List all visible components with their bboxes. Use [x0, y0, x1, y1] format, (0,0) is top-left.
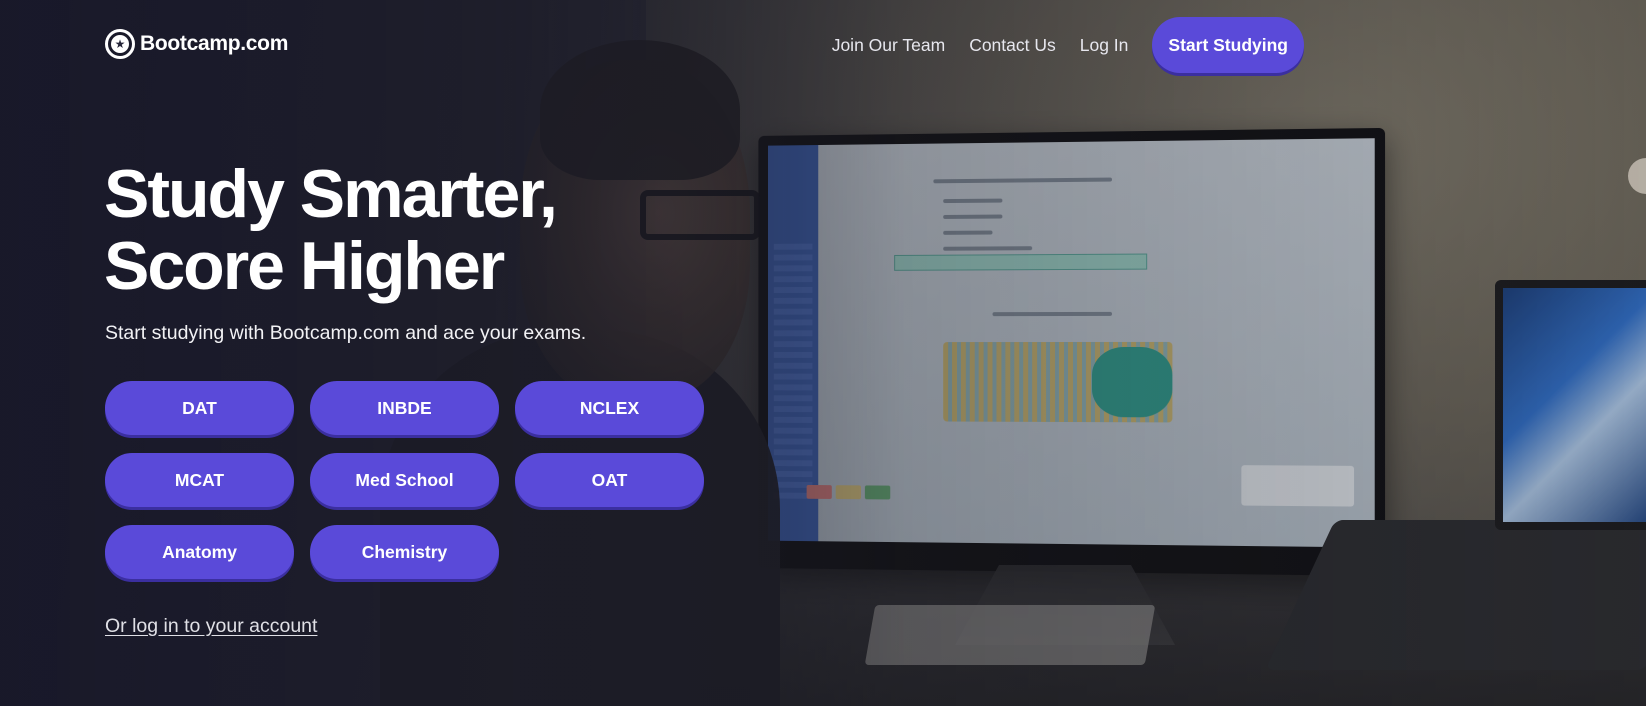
exam-button-chemistry[interactable]: Chemistry — [310, 525, 499, 579]
nav-contact-us[interactable]: Contact Us — [969, 35, 1056, 56]
logo-text: Bootcamp.com — [140, 32, 289, 55]
hero-subtitle: Start studying with Bootcamp.com and ace… — [105, 322, 587, 344]
headline-line-1: Study Smarter, — [104, 156, 558, 232]
top-nav: Join Our Team Contact Us Log In Start St… — [832, 17, 1304, 73]
exam-button-oat[interactable]: OAT — [515, 453, 704, 507]
logo[interactable]: ★ Bootcamp.com — [105, 29, 288, 59]
exam-button-dat[interactable]: DAT — [105, 381, 294, 435]
hero-overlay — [0, 0, 1646, 706]
exam-button-grid: DAT INBDE NCLEX MCAT Med School OAT Anat… — [105, 381, 704, 579]
exam-button-mcat[interactable]: MCAT — [105, 453, 294, 507]
exam-button-med-school[interactable]: Med School — [310, 453, 499, 507]
exam-button-anatomy[interactable]: Anatomy — [105, 525, 294, 579]
login-account-link[interactable]: Or log in to your account — [105, 615, 317, 638]
start-studying-button[interactable]: Start Studying — [1152, 17, 1304, 73]
exam-button-nclex[interactable]: NCLEX — [515, 381, 704, 435]
nav-log-in[interactable]: Log In — [1080, 35, 1129, 56]
headline-line-2: Score Higher — [104, 228, 505, 304]
nav-join-our-team[interactable]: Join Our Team — [832, 35, 945, 56]
star-circle-icon: ★ — [105, 29, 135, 59]
exam-button-inbde[interactable]: INBDE — [310, 381, 499, 435]
hero-section: ★ Bootcamp.com Join Our Team Contact Us … — [0, 0, 1646, 706]
hero-headline: Study Smarter, Score Higher — [104, 158, 704, 302]
